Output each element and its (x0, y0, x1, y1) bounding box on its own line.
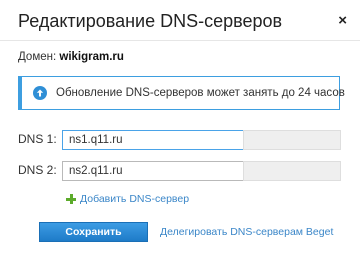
dns-2-input[interactable] (62, 161, 253, 181)
dns-1-label: DNS 1: (18, 132, 57, 146)
dns-row-2: DNS 2: (18, 161, 341, 181)
dns-row-1: DNS 1: (18, 130, 341, 150)
dialog-title: Редактирование DNS-серверов (18, 11, 283, 31)
dns-1-ip-field (243, 130, 341, 150)
dns-2-ip-field (243, 161, 341, 181)
info-notice: Обновление DNS-серверов может занять до … (18, 76, 345, 110)
add-dns-server-label: Добавить DNS-сервер (80, 193, 190, 205)
plus-icon (66, 194, 76, 204)
dns-1-input[interactable] (62, 130, 253, 150)
upload-circle-icon (33, 86, 47, 100)
title-divider (0, 40, 360, 41)
add-dns-server-link[interactable]: Добавить DNS-сервер (66, 193, 189, 205)
edit-dns-dialog: Редактирование DNS-серверов × Домен: wik… (0, 0, 360, 254)
save-button[interactable]: Сохранить (39, 222, 148, 242)
arrow-up-icon (36, 89, 44, 97)
domain-line: Домен: wikigram.ru (18, 51, 124, 63)
delegate-to-beget-link[interactable]: Делегировать DNS-серверам Beget (160, 226, 333, 238)
domain-label: Домен: (18, 51, 57, 63)
dns-2-label: DNS 2: (18, 163, 57, 177)
close-icon[interactable]: × (338, 13, 347, 28)
notice-text: Обновление DNS-серверов может занять до … (56, 87, 345, 99)
domain-value: wikigram.ru (59, 51, 124, 63)
